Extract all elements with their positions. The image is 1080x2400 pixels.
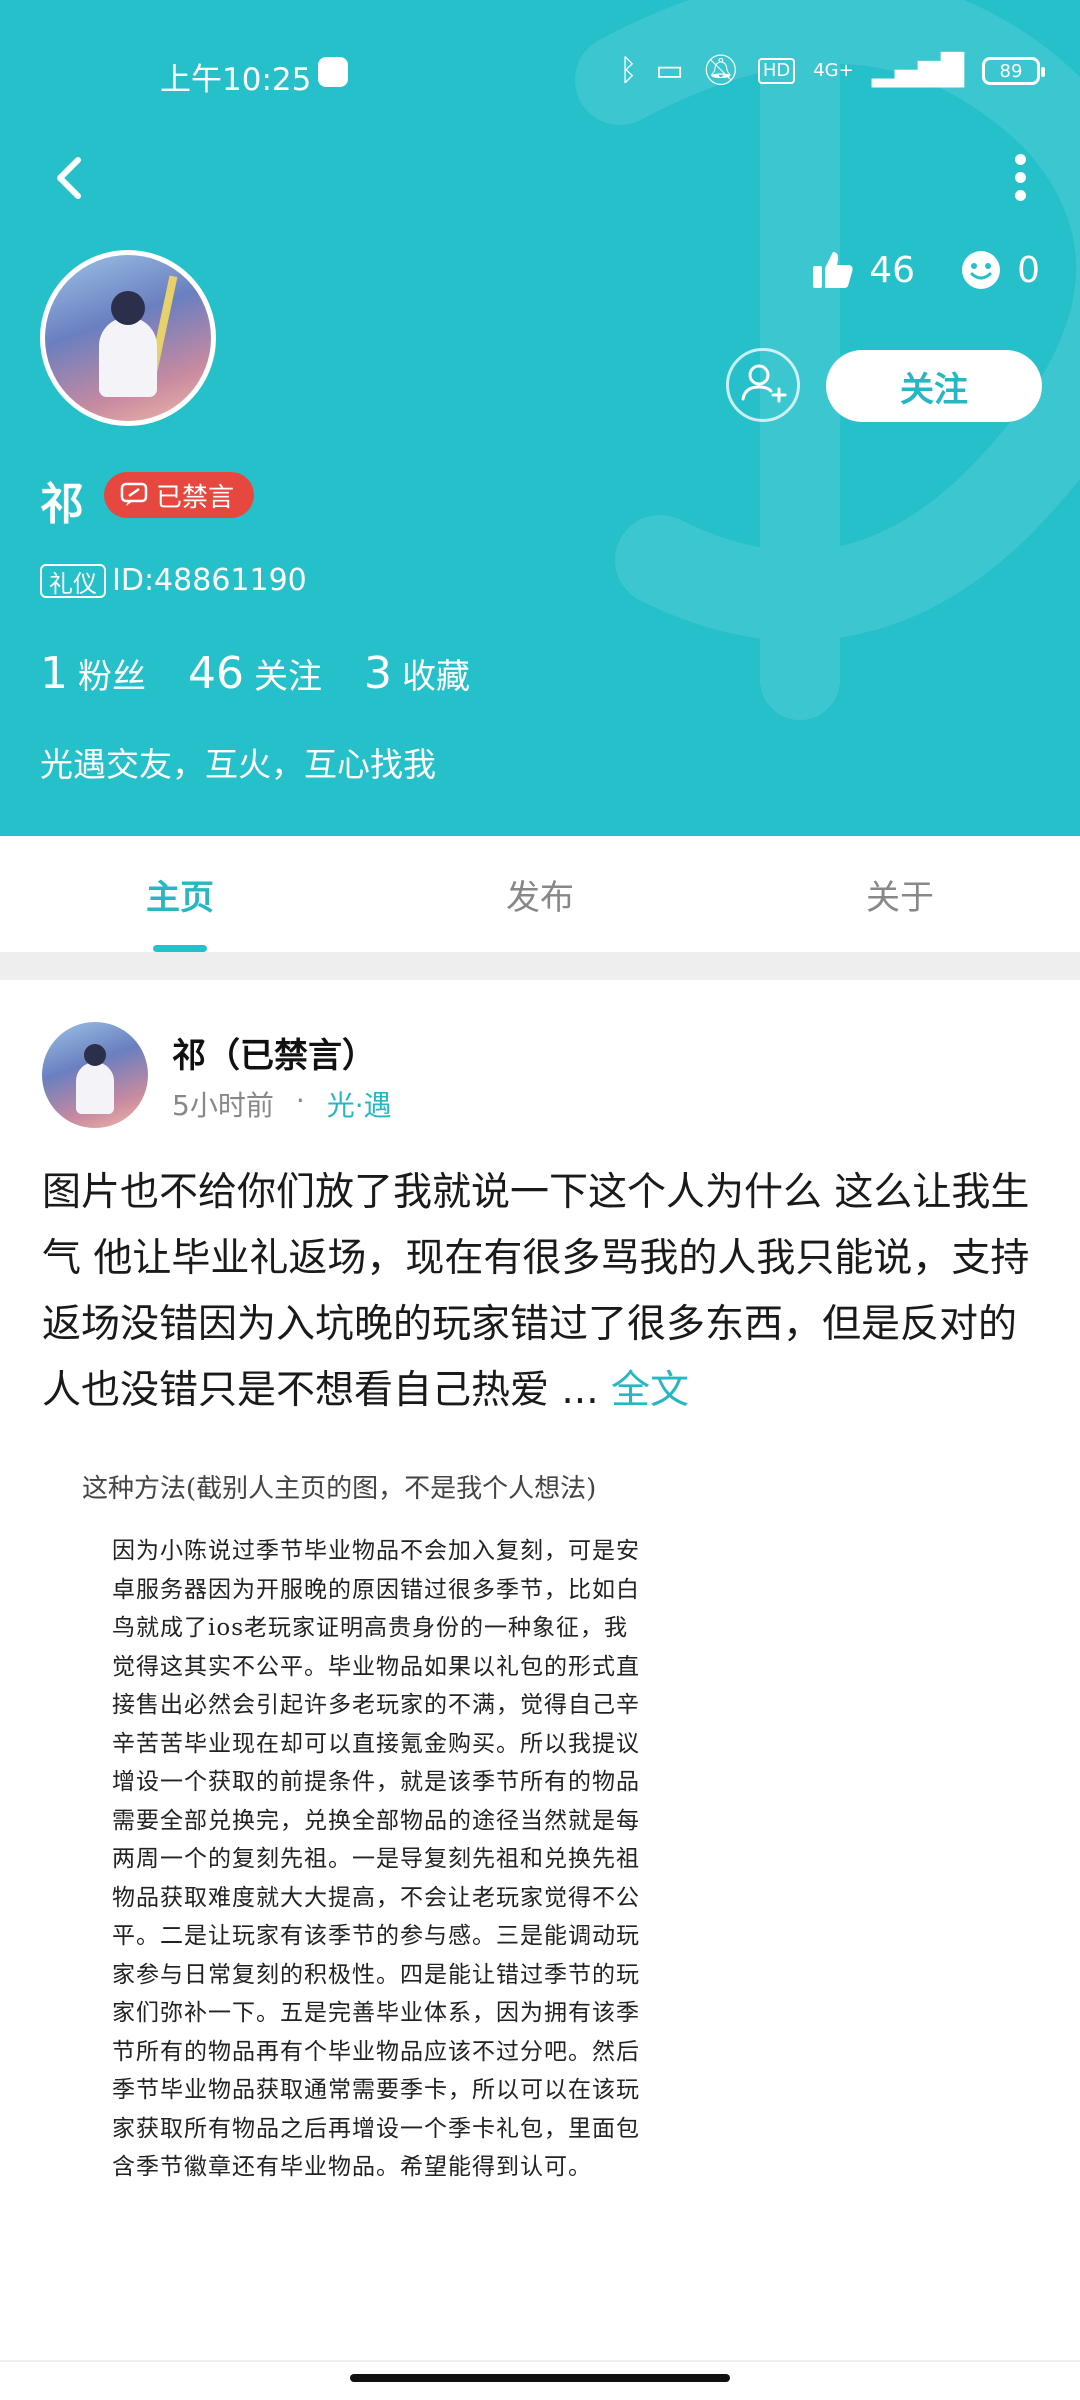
more-dot <box>1014 154 1026 165</box>
likes-count: 46 <box>869 249 916 291</box>
battery-level: 89 <box>999 60 1023 82</box>
bluetooth-icon: ᛒ <box>619 53 638 88</box>
role-tag: 礼仪 <box>40 564 106 598</box>
count-label: 收藏 <box>402 657 470 697</box>
more-dot <box>1014 172 1026 183</box>
hd-badge: HD <box>757 58 796 84</box>
smile-icon <box>962 251 1001 289</box>
more-menu-button[interactable] <box>1012 154 1028 201</box>
count-number: 3 <box>364 648 392 699</box>
tab-label: 主页 <box>146 877 214 918</box>
chevron-left-icon <box>57 157 81 199</box>
status-time: 上午10:25 <box>160 62 312 98</box>
section-divider <box>0 952 1080 980</box>
notification-icon <box>318 57 348 87</box>
likes-stat[interactable]: 46 <box>811 248 915 292</box>
count-label: 粉丝 <box>78 657 146 697</box>
favorites-count[interactable]: 3 收藏 <box>364 648 470 699</box>
thumbs-up-icon <box>813 252 853 288</box>
avatar-head <box>111 291 145 325</box>
meta-separator: · <box>295 1084 305 1117</box>
divider <box>0 2360 1080 2362</box>
muted-badge: 已禁言 <box>104 472 255 518</box>
count-label: 关注 <box>254 657 322 697</box>
avatar-head <box>84 1044 106 1066</box>
add-user-icon <box>741 364 787 403</box>
tab-home[interactable]: 主页 <box>0 836 360 952</box>
profile-header: 上午10:25 ᛒ ▭ 🔕︎ HD 4G+ ▂▄▆█ 89 46 0 关注 祁 … <box>0 0 1080 836</box>
status-icons: ᛒ ▭ 🔕︎ HD 4G+ ▂▄▆█ 89 <box>619 53 1045 88</box>
image-handwritten-text: 因为小陈说过季节毕业物品不会加入复刻，可是安卓服务器因为开服晚的原因错过很多季节… <box>112 1538 640 2180</box>
post-meta: 5小时前 · 光·遇 <box>172 1084 392 1124</box>
add-friend-button[interactable] <box>726 348 800 422</box>
battery-icon: 89 <box>982 57 1045 85</box>
vibrate-icon: ▭ <box>655 53 684 88</box>
post-circle-link[interactable]: 光·遇 <box>327 1084 392 1124</box>
profile-counts: 1 粉丝 46 关注 3 收藏 <box>40 648 470 699</box>
network-type: 4G+ <box>813 60 854 81</box>
tab-about[interactable]: 关于 <box>720 836 1080 952</box>
post-author-avatar[interactable] <box>42 1022 148 1128</box>
signal-icon: ▂▄▆█ <box>871 53 964 88</box>
muted-chat-icon <box>120 482 148 506</box>
profile-name: 祁 <box>40 479 84 530</box>
home-indicator[interactable] <box>350 2374 730 2382</box>
post-time: 5小时前 <box>172 1089 274 1122</box>
profile-avatar[interactable] <box>40 250 216 426</box>
tab-posts[interactable]: 发布 <box>360 836 720 952</box>
back-button[interactable] <box>40 148 100 208</box>
image-caption: 这种方法(截别人主页的图，不是我个人想法) <box>82 1474 597 1504</box>
count-number: 46 <box>188 648 244 699</box>
muted-badge-label: 已禁言 <box>156 482 235 513</box>
post-image[interactable]: 这种方法(截别人主页的图，不是我个人想法) 因为小陈说过季节毕业物品不会加入复刻… <box>42 1448 672 2208</box>
more-dot <box>1014 190 1026 201</box>
smiles-count: 0 <box>1017 249 1040 291</box>
following-count[interactable]: 46 关注 <box>188 648 322 699</box>
smiles-stat[interactable]: 0 <box>959 248 1040 292</box>
reaction-stats: 46 0 <box>811 248 1040 292</box>
tab-label: 发布 <box>506 877 574 918</box>
count-number: 1 <box>40 648 68 699</box>
post-body[interactable]: 图片也不给你们放了我就说一下这个人为什么 这么让我生气 他让毕业礼返场，现在有很… <box>42 1160 1042 1424</box>
avatar-cape <box>99 317 157 397</box>
status-bar: 上午10:25 ᛒ ▭ 🔕︎ HD 4G+ ▂▄▆█ 89 <box>0 40 1080 112</box>
profile-bio: 光遇交友，互火，互心找我 <box>40 745 436 784</box>
mute-icon: 🔕︎ <box>701 53 740 88</box>
profile-tabs: 主页 发布 关于 <box>0 836 1080 952</box>
post-text: 图片也不给你们放了我就说一下这个人为什么 这么让我生气 他让毕业礼返场，现在有很… <box>42 1170 1030 1413</box>
post-author-name[interactable]: 祁（已禁言） <box>172 1028 376 1077</box>
avatar-cape <box>76 1062 114 1114</box>
user-id: ID:48861190 <box>112 563 307 598</box>
tab-active-indicator <box>153 945 207 952</box>
followers-count[interactable]: 1 粉丝 <box>40 648 146 699</box>
full-text-link[interactable]: 全文 <box>611 1368 689 1413</box>
tab-label: 关于 <box>866 877 934 918</box>
follow-button[interactable]: 关注 <box>826 350 1042 422</box>
